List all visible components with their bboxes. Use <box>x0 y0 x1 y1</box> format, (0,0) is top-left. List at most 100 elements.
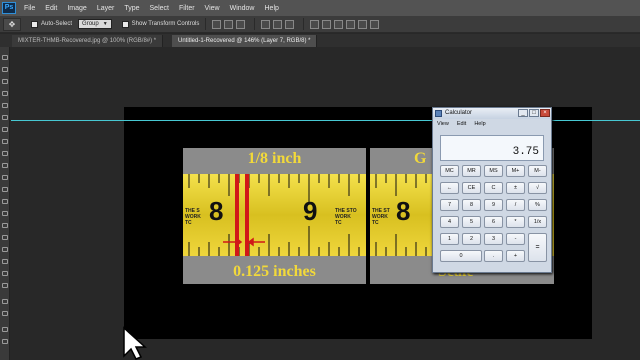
menu-window[interactable]: Window <box>225 5 260 12</box>
path-selection-tool-icon[interactable] <box>2 247 8 252</box>
key-c[interactable]: C <box>484 182 503 194</box>
distribute-top-icon[interactable] <box>310 19 320 29</box>
gradient-tool-icon[interactable] <box>2 187 8 192</box>
key-ms[interactable]: MS <box>484 165 503 177</box>
quick-select-tool-icon[interactable] <box>2 91 8 96</box>
tape-number: 8 <box>396 196 411 226</box>
dodge-tool-icon[interactable] <box>2 211 8 216</box>
key-9[interactable]: 9 <box>484 199 503 211</box>
tape-measure-image-left: 1/8 inch THE S WORK TC 8 9 THE STO WORK … <box>183 148 366 284</box>
distribute-center-icon[interactable] <box>358 19 368 29</box>
menu-help[interactable]: Help <box>260 5 284 12</box>
key-subtract[interactable]: - <box>506 233 525 245</box>
key-6[interactable]: 6 <box>484 216 503 228</box>
clone-stamp-tool-icon[interactable] <box>2 151 8 156</box>
menu-filter[interactable]: Filter <box>174 5 200 12</box>
menu-view[interactable]: View <box>200 5 225 12</box>
key-0[interactable]: 0 <box>440 250 482 262</box>
measure-marker-line <box>245 174 249 256</box>
calc-menu-help[interactable]: Help <box>470 121 489 127</box>
auto-select-box[interactable] <box>31 20 38 28</box>
type-tool-icon[interactable] <box>2 235 8 240</box>
distribute-bottom-icon[interactable] <box>334 19 344 29</box>
calculator-window[interactable]: Calculator _ □ × View Edit Help 3. 75 MC … <box>432 107 552 273</box>
move-tool-icon[interactable] <box>2 55 8 60</box>
menu-type[interactable]: Type <box>119 5 144 12</box>
align-left-icon[interactable] <box>261 19 271 29</box>
distribute-left-icon[interactable] <box>346 19 356 29</box>
key-reciprocal[interactable]: 1/x <box>528 216 547 228</box>
key-7[interactable]: 7 <box>440 199 459 211</box>
close-icon[interactable]: × <box>540 109 550 117</box>
brush-tool-icon[interactable] <box>2 139 8 144</box>
align-top-icon[interactable] <box>212 19 222 29</box>
menu-image[interactable]: Image <box>62 5 91 12</box>
align-middle-icon[interactable] <box>224 19 234 29</box>
key-ce[interactable]: CE <box>462 182 481 194</box>
key-m-plus[interactable]: M+ <box>506 165 525 177</box>
auto-select-checkbox[interactable]: Auto-Select <box>31 20 73 28</box>
blur-tool-icon[interactable] <box>2 199 8 204</box>
key-3[interactable]: 3 <box>484 233 503 245</box>
move-tool-icon[interactable]: ✥ <box>3 17 21 31</box>
calculator-keypad: MC MR MS M+ M- ← CE C ± √ 7 8 9 / % 4 5 … <box>440 165 547 269</box>
key-8[interactable]: 8 <box>462 199 481 211</box>
tab-untitled-1[interactable]: Untitled-1-Recovered @ 146% (Layer 7, RG… <box>172 35 318 47</box>
key-2[interactable]: 2 <box>462 233 481 245</box>
align-bottom-icon[interactable] <box>236 19 246 29</box>
pen-tool-icon[interactable] <box>2 223 8 228</box>
align-center-icon[interactable] <box>273 19 283 29</box>
tape-brand-text: THE ST WORK TC <box>372 208 390 226</box>
key-5[interactable]: 5 <box>462 216 481 228</box>
marquee-tool-icon[interactable] <box>2 67 8 72</box>
tab-mixter-thmb[interactable]: MIXTER-THMB-Recovered.jpg @ 100% (RGB/8#… <box>12 35 164 47</box>
key-mr[interactable]: MR <box>462 165 481 177</box>
key-backspace[interactable]: ← <box>440 182 459 194</box>
shape-tool-icon[interactable] <box>2 259 8 264</box>
history-brush-tool-icon[interactable] <box>2 163 8 168</box>
background-color-icon[interactable] <box>2 311 8 316</box>
key-plus-minus[interactable]: ± <box>506 182 525 194</box>
show-transform-label: Show Transform Controls <box>131 21 200 27</box>
document-tab-bar: MIXTER-THMB-Recovered.jpg @ 100% (RGB/8#… <box>0 34 640 47</box>
menu-file[interactable]: File <box>19 5 40 12</box>
key-percent[interactable]: % <box>528 199 547 211</box>
key-4[interactable]: 4 <box>440 216 459 228</box>
maximize-icon[interactable]: □ <box>529 109 539 117</box>
key-1[interactable]: 1 <box>440 233 459 245</box>
key-sqrt[interactable]: √ <box>528 182 547 194</box>
show-transform-box[interactable] <box>121 20 129 28</box>
distribute-middle-icon[interactable] <box>322 19 332 29</box>
auto-select-label: Auto-Select <box>41 21 73 27</box>
foreground-color-icon[interactable] <box>2 299 8 304</box>
eyedropper-tool-icon[interactable] <box>2 115 8 120</box>
calc-menu-view[interactable]: View <box>433 121 453 127</box>
lasso-tool-icon[interactable] <box>2 79 8 84</box>
screen-mode-icon[interactable] <box>2 339 8 344</box>
key-equals[interactable]: = <box>528 233 547 262</box>
auto-select-dropdown[interactable]: Group ▼ <box>78 19 112 29</box>
key-mc[interactable]: MC <box>440 165 459 177</box>
key-multiply[interactable]: * <box>506 216 525 228</box>
healing-brush-tool-icon[interactable] <box>2 127 8 132</box>
eraser-tool-icon[interactable] <box>2 175 8 180</box>
menu-layer[interactable]: Layer <box>92 5 120 12</box>
calculator-title-bar[interactable]: Calculator _ □ × <box>433 108 551 119</box>
align-right-icon[interactable] <box>285 19 295 29</box>
key-decimal[interactable]: . <box>484 250 503 262</box>
zoom-tool-icon[interactable] <box>2 283 8 288</box>
calculator-app-icon <box>435 110 442 117</box>
tape-band: THE S WORK TC 8 9 THE STO WORK TC <box>183 174 366 256</box>
quick-mask-icon[interactable] <box>2 327 8 332</box>
key-divide[interactable]: / <box>506 199 525 211</box>
menu-select[interactable]: Select <box>145 5 174 12</box>
minimize-icon[interactable]: _ <box>518 109 528 117</box>
show-transform-checkbox[interactable]: Show Transform Controls <box>121 20 200 28</box>
menu-edit[interactable]: Edit <box>40 5 62 12</box>
calc-menu-edit[interactable]: Edit <box>453 121 470 127</box>
crop-tool-icon[interactable] <box>2 103 8 108</box>
hand-tool-icon[interactable] <box>2 271 8 276</box>
distribute-right-icon[interactable] <box>370 19 380 29</box>
key-add[interactable]: + <box>506 250 525 262</box>
key-m-minus[interactable]: M- <box>528 165 547 177</box>
